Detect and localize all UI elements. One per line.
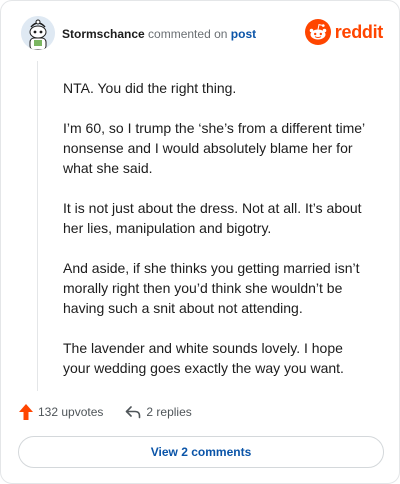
reply-arrow-icon bbox=[126, 406, 141, 419]
reply-count: 2 replies bbox=[146, 405, 192, 419]
view-comments-button[interactable]: View 2 comments bbox=[18, 436, 384, 468]
comment-header: Stormschance commented on post reddit bbox=[21, 16, 383, 52]
comment-paragraph: It is not just about the dress. Not at a… bbox=[63, 200, 362, 236]
comment-paragraph: I’m 60, so I trump the ‘she’s from a dif… bbox=[63, 120, 365, 176]
reddit-wordmark: reddit bbox=[334, 21, 384, 42]
snoo-avatar-icon bbox=[21, 16, 55, 50]
reddit-logo-icon bbox=[304, 19, 331, 45]
comment-actions: 132 upvotes 2 replies bbox=[19, 403, 192, 421]
upvote-button[interactable]: 132 upvotes bbox=[19, 404, 103, 420]
upvote-arrow-icon bbox=[19, 404, 33, 420]
reddit-logo[interactable]: reddit bbox=[304, 17, 384, 47]
comment-paragraph: NTA. You did the right thing. bbox=[63, 80, 237, 96]
comment-meta: Stormschance commented on post bbox=[62, 27, 256, 41]
comment-card: Stormschance commented on post reddit NT… bbox=[0, 0, 400, 484]
comment-body: NTA. You did the right thing. I’m 60, so… bbox=[63, 78, 373, 398]
username-link[interactable]: Stormschance bbox=[62, 27, 145, 41]
action-text: commented on bbox=[148, 27, 228, 41]
comment-paragraph: The lavender and white sounds lovely. I … bbox=[63, 340, 344, 376]
thread-line bbox=[37, 61, 38, 391]
avatar[interactable] bbox=[21, 16, 55, 50]
replies-button[interactable]: 2 replies bbox=[125, 405, 192, 419]
comment-paragraph: And aside, if she thinks you getting mar… bbox=[63, 260, 360, 316]
post-link[interactable]: post bbox=[231, 27, 256, 41]
upvote-count: 132 upvotes bbox=[38, 405, 104, 419]
